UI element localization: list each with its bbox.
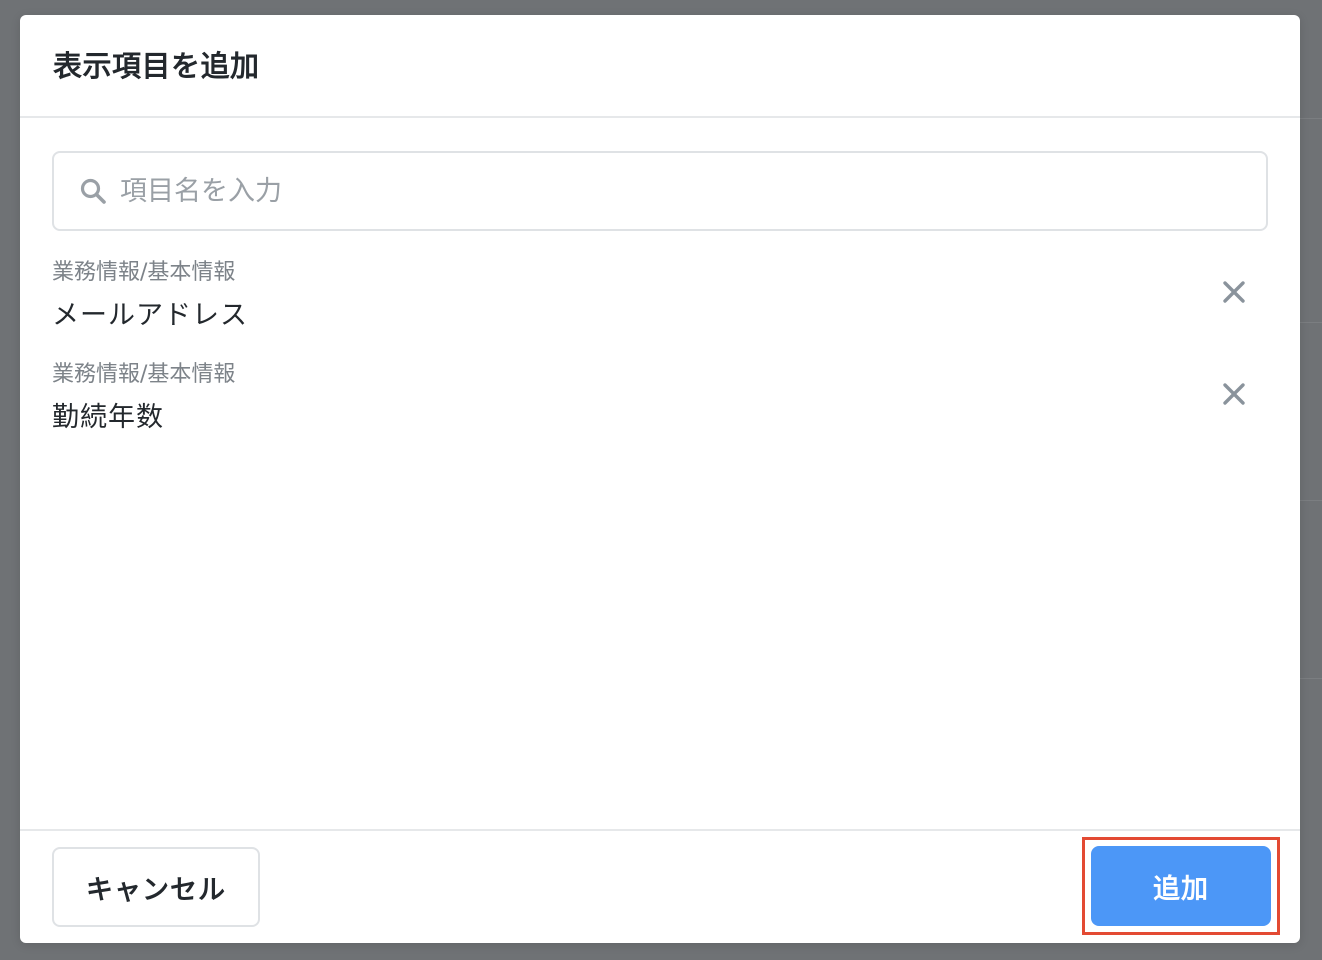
search-field[interactable] [52,151,1268,231]
item-category: 業務情報/基本情報 [52,362,236,387]
remove-item-button[interactable] [1218,380,1250,412]
dialog-body: 業務情報/基本情報 メールアドレス 業務情報/基本情報 勤続年数 [20,118,1300,829]
item-name: メールアドレス [52,300,248,331]
search-input[interactable] [120,175,1220,207]
close-icon [1222,280,1246,308]
close-icon [1222,382,1246,410]
add-button-highlight: 追加 [1082,837,1280,935]
item-category: 業務情報/基本情報 [52,260,236,285]
list-item: 業務情報/基本情報 勤続年数 [52,360,1268,462]
background-divider [1300,322,1322,323]
dialog-title: 表示項目を追加 [53,48,260,83]
cancel-button[interactable]: キャンセル [52,847,260,927]
item-name: 勤続年数 [52,402,164,433]
dialog-footer: キャンセル 追加 [20,829,1300,943]
background-divider [1300,500,1322,501]
remove-item-button[interactable] [1218,278,1250,310]
add-button[interactable]: 追加 [1091,846,1271,926]
background-divider [1300,678,1322,679]
dialog-header: 表示項目を追加 [20,15,1300,118]
list-item: 業務情報/基本情報 メールアドレス [52,258,1268,360]
add-display-item-dialog: 表示項目を追加 業務情報/基本情報 メールアドレス [20,15,1300,943]
background-divider [1300,118,1322,119]
search-icon [78,176,108,206]
selected-item-list: 業務情報/基本情報 メールアドレス 業務情報/基本情報 勤続年数 [52,258,1268,462]
